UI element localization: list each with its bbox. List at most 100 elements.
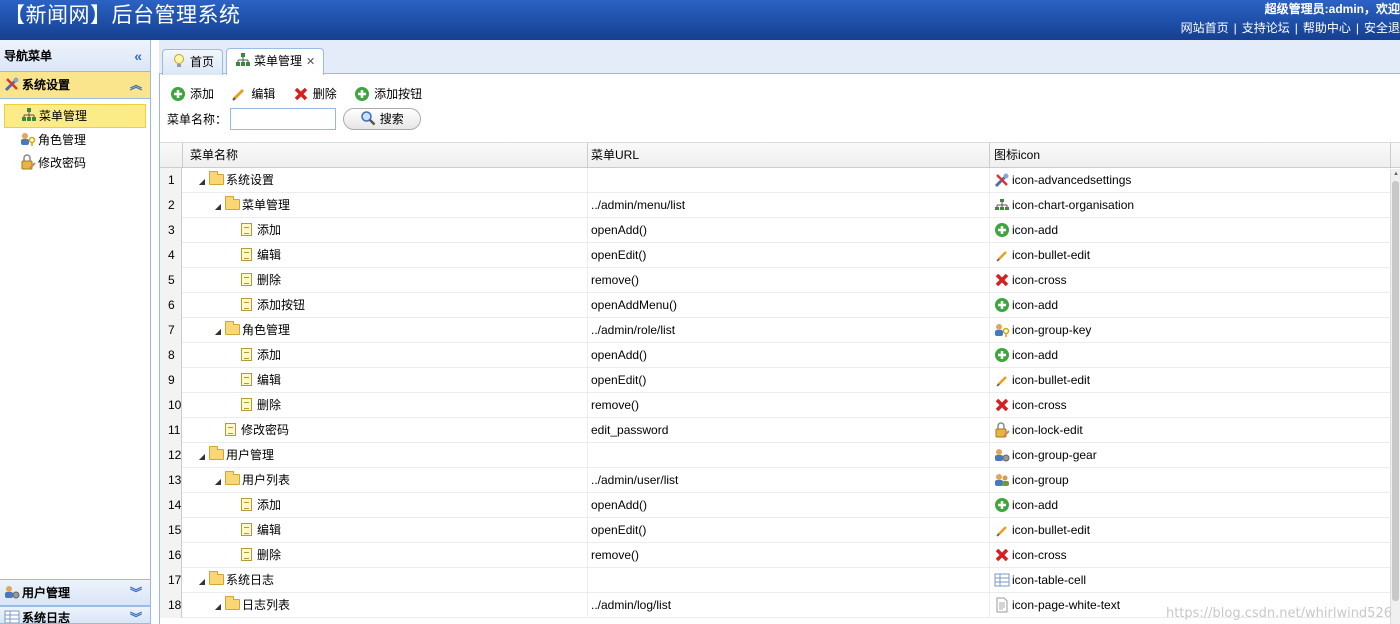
menu-name-cell: ◢ 用户列表: [183, 468, 588, 493]
menu-icon-cell: icon-add: [990, 343, 1391, 368]
tab-bar: 首页 菜单管理 ✕: [159, 40, 1400, 75]
nav-group-user-management[interactable]: 用户管理 ︾: [0, 579, 150, 606]
add-button[interactable]: 添加: [170, 84, 214, 104]
tree-expand-icon[interactable]: ◢: [195, 444, 209, 468]
link-logout[interactable]: 安全退: [1364, 21, 1400, 35]
add-menu-button[interactable]: 添加按钮: [354, 84, 422, 104]
welcome-text: 超级管理员:admin，欢迎: [1264, 2, 1400, 16]
menu-icon-cell: icon-table-cell: [990, 568, 1391, 593]
table-row[interactable]: 9 编辑 openEdit() icon-bullet-edit: [160, 368, 1400, 393]
table-row[interactable]: 1 ◢ 系统设置 icon-advancedsettings: [160, 168, 1400, 193]
header-links: 网站首页 | 支持论坛 | 帮助中心 | 安全退: [1180, 21, 1400, 35]
file-icon: [241, 398, 252, 411]
tree-expand-icon[interactable]: ◢: [211, 469, 225, 493]
search-button[interactable]: 搜索: [342, 108, 421, 130]
table-row[interactable]: 6 添加按钮 openAddMenu() icon-add: [160, 293, 1400, 318]
close-icon[interactable]: ✕: [306, 56, 315, 68]
group-gear-icon: [4, 583, 20, 599]
menu-name-text: 删除: [257, 273, 282, 287]
menu-name-cell: 编辑: [183, 518, 588, 543]
icon-class-text: icon-bullet-edit: [1012, 248, 1091, 262]
table-row[interactable]: 8 添加 openAdd() icon-add: [160, 343, 1400, 368]
column-header-icon[interactable]: 图标icon: [990, 143, 1391, 168]
bullet-edit-icon: [994, 372, 1010, 388]
row-number: 1: [160, 168, 182, 193]
collapse-left-icon[interactable]: «: [134, 40, 142, 72]
menu-name-text: 角色管理: [242, 323, 291, 337]
nav-item-menu-management[interactable]: 菜单管理: [4, 104, 146, 128]
menu-icon-cell: icon-lock-edit: [990, 418, 1391, 443]
menu-name-cell: ◢ 系统设置: [183, 168, 588, 193]
add-icon: [994, 347, 1010, 363]
menu-name-cell: 删除: [183, 268, 588, 293]
menu-name-text: 添加: [257, 223, 282, 237]
icon-class-text: icon-cross: [1012, 548, 1067, 562]
folder-open-icon: [225, 471, 240, 485]
column-header-name[interactable]: 菜单名称: [183, 143, 588, 168]
edit-button[interactable]: 编辑: [231, 84, 275, 104]
table-row[interactable]: 10 删除 remove() icon-cross: [160, 393, 1400, 418]
group-key-icon: [994, 322, 1010, 338]
search-icon: [360, 110, 376, 126]
menu-url-cell: remove(): [588, 393, 990, 418]
icon-class-text: icon-table-cell: [1012, 573, 1087, 587]
menu-icon-cell: icon-group-gear: [990, 443, 1391, 468]
chevron-down-icon[interactable]: ︾: [130, 580, 142, 607]
tree-expand-icon[interactable]: ◢: [195, 569, 209, 593]
icon-class-text: icon-lock-edit: [1012, 423, 1083, 437]
table-row[interactable]: 12 ◢ 用户管理 icon-group-gear: [160, 443, 1400, 468]
table-row[interactable]: 7 ◢ 角色管理 ../admin/role/list icon-group-key: [160, 318, 1400, 343]
link-forum[interactable]: 支持论坛: [1242, 21, 1290, 35]
icon-class-text: icon-page-white-text: [1012, 598, 1121, 612]
menu-name-search-input[interactable]: [230, 108, 337, 130]
menu-name-text: 日志列表: [242, 598, 291, 612]
scroll-up-icon[interactable]: ▲: [1391, 169, 1400, 179]
scroll-thumb[interactable]: [1392, 181, 1399, 601]
menu-name-cell: 删除: [183, 393, 588, 418]
icon-class-text: icon-group: [1012, 473, 1069, 487]
nav-group-system-log[interactable]: 系统日志 ︾: [0, 606, 150, 624]
folder-open-icon: [209, 171, 224, 185]
table-row[interactable]: 11 修改密码 edit_password icon-lock-edit: [160, 418, 1400, 443]
table-row[interactable]: 17 ◢ 系统日志 icon-table-cell: [160, 568, 1400, 593]
chevron-down-icon[interactable]: ︾: [130, 607, 142, 623]
menu-url-cell: [588, 168, 990, 193]
lock-edit-icon: [20, 154, 36, 170]
link-help[interactable]: 帮助中心: [1303, 21, 1351, 35]
menu-icon-cell: icon-cross: [990, 393, 1391, 418]
table-row[interactable]: 3 添加 openAdd() icon-add: [160, 218, 1400, 243]
icon-class-text: icon-add: [1012, 298, 1059, 312]
nav-group-system-settings[interactable]: 系统设置 ︽: [0, 72, 150, 99]
table-row[interactable]: 4 编辑 openEdit() icon-bullet-edit: [160, 243, 1400, 268]
table-row[interactable]: 13 ◢ 用户列表 ../admin/user/list icon-group: [160, 468, 1400, 493]
tree-expand-icon[interactable]: ◢: [211, 194, 225, 218]
table-row[interactable]: 15 编辑 openEdit() icon-bullet-edit: [160, 518, 1400, 543]
menu-name-text: 删除: [257, 548, 282, 562]
main-area: 首页 菜单管理 ✕ 添加 编辑 删除 添加按钮 菜单名称： 搜索 菜单名称 菜单…: [159, 40, 1400, 624]
table-row[interactable]: 16 删除 remove() icon-cross: [160, 543, 1400, 568]
menu-url-cell: ../admin/menu/list: [588, 193, 990, 218]
nav-item-role-management[interactable]: 角色管理: [4, 129, 146, 151]
org-chart-icon: [235, 52, 251, 68]
column-header-url[interactable]: 菜单URL: [588, 143, 990, 168]
nav-item-change-password[interactable]: 修改密码: [4, 152, 146, 174]
menu-name-text: 修改密码: [241, 423, 290, 437]
bullet-edit-icon: [994, 522, 1010, 538]
icon-class-text: icon-bullet-edit: [1012, 523, 1091, 537]
icon-class-text: icon-cross: [1012, 273, 1067, 287]
chevron-up-icon[interactable]: ︽: [130, 72, 142, 99]
menu-name-text: 添加按钮: [257, 298, 306, 312]
table-row[interactable]: 14 添加 openAdd() icon-add: [160, 493, 1400, 518]
tab-menu-management[interactable]: 菜单管理 ✕: [226, 48, 325, 75]
table-row[interactable]: 5 删除 remove() icon-cross: [160, 268, 1400, 293]
delete-button[interactable]: 删除: [293, 84, 337, 104]
row-number: 2: [160, 193, 182, 218]
vertical-scrollbar[interactable]: ▲: [1390, 169, 1400, 624]
tree-expand-icon[interactable]: ◢: [211, 319, 225, 343]
tree-expand-icon[interactable]: ◢: [195, 169, 209, 193]
table-row[interactable]: 2 ◢ 菜单管理 ../admin/menu/list icon-chart-organ…: [160, 193, 1400, 218]
tab-home[interactable]: 首页: [162, 49, 224, 75]
link-home[interactable]: 网站首页: [1181, 21, 1229, 35]
tree-expand-icon[interactable]: ◢: [211, 594, 225, 618]
org-chart-icon: [21, 107, 37, 123]
